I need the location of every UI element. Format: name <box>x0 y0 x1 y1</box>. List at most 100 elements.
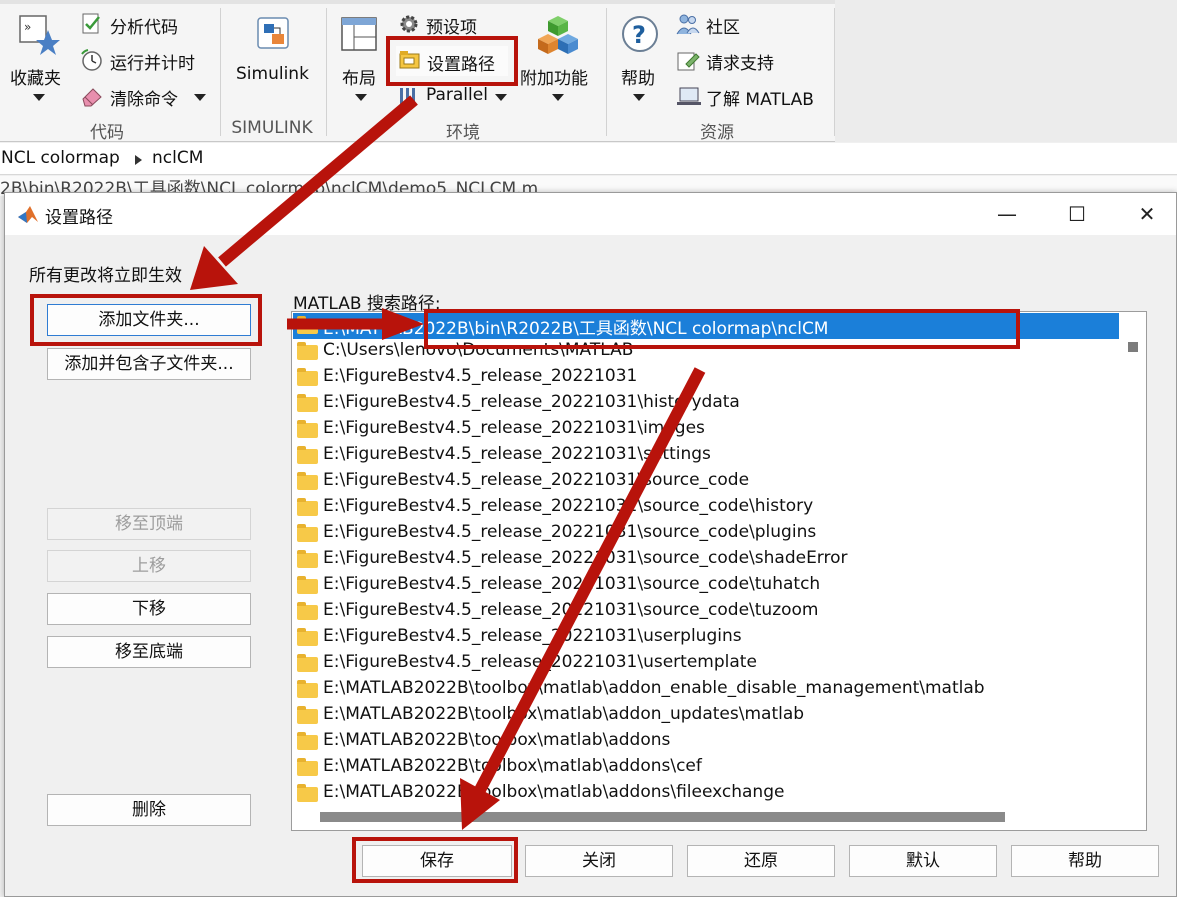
chevron-down-icon <box>552 94 564 101</box>
folder-icon <box>297 524 318 542</box>
group-label-simulink: SIMULINK <box>231 118 313 138</box>
path-text: E:\FigureBestv4.5_release_20221031\sourc… <box>323 600 819 620</box>
folder-icon <box>297 342 318 360</box>
community-people-icon <box>676 14 700 35</box>
move-down-button[interactable]: 下移 <box>47 593 251 625</box>
parallel-button[interactable]: Parallel <box>398 84 510 110</box>
parallel-label: Parallel <box>426 85 488 105</box>
folder-icon <box>297 602 318 620</box>
group-separator <box>326 8 327 136</box>
path-row[interactable]: E:\FigureBestv4.5_release_20221031\image… <box>293 417 1119 443</box>
path-row[interactable]: E:\FigureBestv4.5_release_20221031\userp… <box>293 625 1119 651</box>
help-question-icon: ? <box>622 16 658 52</box>
horizontal-scrollbar[interactable] <box>292 804 1121 830</box>
favorites-star-icon: » <box>19 15 60 55</box>
simulink-button[interactable]: Simulink <box>230 10 320 110</box>
learn-matlab-link[interactable]: 了解 MATLAB <box>676 84 826 110</box>
simulink-icon <box>257 17 289 49</box>
path-text: E:\FigureBestv4.5_release_20221031\sourc… <box>323 522 817 542</box>
path-text: E:\FigureBestv4.5_release_20221031\sourc… <box>323 470 750 490</box>
help-dialog-button[interactable]: 帮助 <box>1011 845 1159 877</box>
help-button[interactable]: ? 帮助 <box>616 10 666 110</box>
eraser-icon <box>82 88 102 107</box>
chevron-down-icon <box>355 94 367 101</box>
addons-button[interactable]: 附加功能 <box>518 10 600 110</box>
path-row[interactable]: E:\FigureBestv4.5_release_20221031\sourc… <box>293 573 1119 599</box>
analyze-code-button[interactable]: 分析代码 <box>80 12 220 38</box>
search-path-list[interactable]: E:\MATLAB2022B\bin\R2022B\工具函数\NCL color… <box>291 311 1147 831</box>
breadcrumb-item[interactable]: NCL colormap <box>1 148 120 168</box>
move-up-button[interactable]: 上移 <box>47 550 251 582</box>
close-window-button[interactable]: ✕ <box>1127 199 1167 229</box>
chevron-down-icon <box>33 94 45 101</box>
path-text: E:\MATLAB2022B\toolbox\matlab\addon_upda… <box>323 704 805 724</box>
path-row[interactable]: E:\FigureBestv4.5_release_20221031\usert… <box>293 651 1119 677</box>
path-row[interactable]: E:\MATLAB2022B\toolbox\matlab\addon_enab… <box>293 677 1119 703</box>
favorites-button[interactable]: » 收藏夹 <box>6 10 72 110</box>
path-row[interactable]: E:\FigureBestv4.5_release_20221031\setti… <box>293 443 1119 469</box>
maximize-button[interactable]: ☐ <box>1057 199 1097 229</box>
gear-icon <box>400 15 418 33</box>
path-text: E:\FigureBestv4.5_release_20221031\userp… <box>323 626 742 646</box>
path-row[interactable]: E:\FigureBestv4.5_release_20221031\sourc… <box>293 599 1119 625</box>
path-text: E:\FigureBestv4.5_release_20221031\usert… <box>323 652 757 672</box>
group-label-environment: 环境 <box>446 123 480 143</box>
path-row[interactable]: E:\FigureBestv4.5_release_20221031\sourc… <box>293 521 1119 547</box>
request-support-label: 请求支持 <box>706 54 774 74</box>
preferences-button[interactable]: 预设项 <box>398 12 498 38</box>
path-row[interactable]: E:\FigureBestv4.5_release_20221031\histo… <box>293 391 1119 417</box>
folder-icon <box>297 550 318 568</box>
folder-icon <box>297 758 318 776</box>
path-row[interactable]: E:\FigureBestv4.5_release_20221031\sourc… <box>293 495 1119 521</box>
group-separator <box>606 8 607 136</box>
path-row[interactable]: E:\FigureBestv4.5_release_20221031 <box>293 365 1119 391</box>
community-label: 社区 <box>706 18 740 38</box>
help-label: 帮助 <box>621 69 655 89</box>
folder-icon <box>297 420 318 438</box>
path-row[interactable]: E:\MATLAB2022B\toolbox\matlab\addon_upda… <box>293 703 1119 729</box>
folder-icon <box>297 446 318 464</box>
vertical-scrollbar[interactable] <box>1121 312 1146 830</box>
path-row[interactable]: E:\FigureBestv4.5_release_20221031\sourc… <box>293 547 1119 573</box>
run-and-time-button[interactable]: 运行并计时 <box>80 48 220 74</box>
folder-icon <box>297 732 318 750</box>
folder-icon <box>297 472 318 490</box>
clear-commands-label: 清除命令 <box>110 90 178 110</box>
ribbon-empty-area <box>835 0 1177 142</box>
revert-button[interactable]: 还原 <box>687 845 835 877</box>
run-and-time-label: 运行并计时 <box>110 54 195 74</box>
close-button[interactable]: 关闭 <box>525 845 673 877</box>
scrollbar-thumb[interactable] <box>1128 342 1138 352</box>
path-row[interactable]: E:\MATLAB2022B\toolbox\matlab\addons <box>293 729 1119 755</box>
move-to-top-button[interactable]: 移至顶端 <box>47 508 251 540</box>
dialog-titlebar[interactable]: 设置路径 — ☐ ✕ <box>5 193 1176 235</box>
remove-button[interactable]: 删除 <box>47 794 251 826</box>
default-button[interactable]: 默认 <box>849 845 997 877</box>
toolstrip-ribbon: » 收藏夹 分析代码 运行并计时 清除命令 代码 Simulink SIMULI… <box>0 0 1177 143</box>
clear-commands-button[interactable]: 清除命令 <box>80 84 210 110</box>
community-link[interactable]: 社区 <box>676 12 766 38</box>
ribbon-top-strip <box>0 0 835 4</box>
layout-button[interactable]: 布局 <box>336 10 386 110</box>
run-and-time-icon <box>81 49 102 71</box>
path-row[interactable]: E:\FigureBestv4.5_release_20221031\sourc… <box>293 469 1119 495</box>
group-label-code: 代码 <box>90 123 124 143</box>
preferences-label: 预设项 <box>426 18 477 38</box>
scrollbar-thumb[interactable] <box>320 812 1005 822</box>
path-text: E:\FigureBestv4.5_release_20221031 <box>323 366 638 386</box>
path-text: E:\FigureBestv4.5_release_20221031\sourc… <box>323 548 848 568</box>
analyze-code-icon <box>82 13 100 34</box>
breadcrumb-item[interactable]: nclCM <box>152 148 203 168</box>
minimize-button[interactable]: — <box>987 199 1027 229</box>
chevron-down-icon <box>495 94 507 101</box>
folder-icon <box>297 498 318 516</box>
path-row[interactable]: E:\MATLAB2022B\toolbox\matlab\addons\cef <box>293 755 1119 781</box>
changes-note: 所有更改将立即生效 <box>29 266 182 286</box>
request-support-link[interactable]: 请求支持 <box>676 48 796 74</box>
move-to-bottom-button[interactable]: 移至底端 <box>47 636 251 668</box>
add-with-subfolders-button[interactable]: 添加并包含子文件夹... <box>47 348 251 380</box>
matlab-logo-icon <box>18 206 38 223</box>
support-edit-icon <box>677 52 700 71</box>
highlight-set-path <box>386 36 518 86</box>
path-text: E:\MATLAB2022B\toolbox\matlab\addon_enab… <box>323 678 985 698</box>
